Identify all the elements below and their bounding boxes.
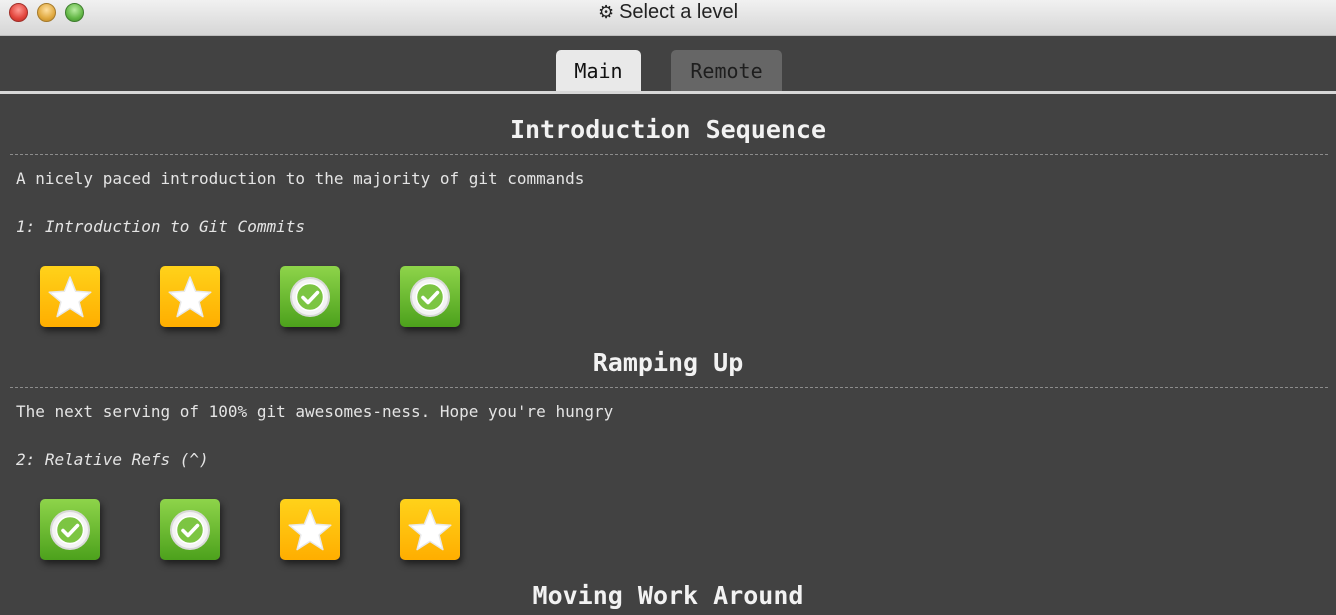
checkmark-icon [47,507,93,553]
tab-divider [0,91,1336,94]
checkmark-icon [167,507,213,553]
level-complete-button[interactable] [40,499,100,560]
level-complete-button[interactable] [400,266,460,327]
star-icon [287,507,333,553]
window-title-text: Select a level [619,1,739,23]
tab-remote[interactable]: Remote [671,50,782,91]
level-icon-row [0,499,1336,561]
section-divider [10,387,1328,388]
tab-main[interactable]: Main [556,50,641,91]
window-titlebar: ⚙ Select a level [0,0,1336,36]
level-star-button[interactable] [160,266,220,327]
section-title-introduction: Introduction Sequence [509,115,827,144]
level-tabs: Main Remote [0,50,1336,91]
level-star-button[interactable] [40,266,100,327]
star-icon [167,274,213,320]
star-icon [47,274,93,320]
section-divider [10,154,1328,155]
section-description: A nicely paced introduction to the major… [16,169,585,188]
checkmark-icon [407,274,453,320]
gear-icon: ⚙ [597,2,615,22]
checkmark-icon [287,274,333,320]
star-icon [407,507,453,553]
selected-level-label: 2: Relative Refs (^) [16,450,209,469]
level-icon-row [0,266,1336,328]
window-title: ⚙ Select a level [0,0,1336,25]
level-complete-button[interactable] [160,499,220,560]
level-star-button[interactable] [400,499,460,560]
section-description: The next serving of 100% git awesomes-ne… [16,402,614,421]
level-star-button[interactable] [280,499,340,560]
level-complete-button[interactable] [280,266,340,327]
section-title-ramping-up: Ramping Up [592,348,744,377]
selected-level-label: 1: Introduction to Git Commits [16,217,305,236]
section-title-moving-work-around: Moving Work Around [532,581,804,610]
